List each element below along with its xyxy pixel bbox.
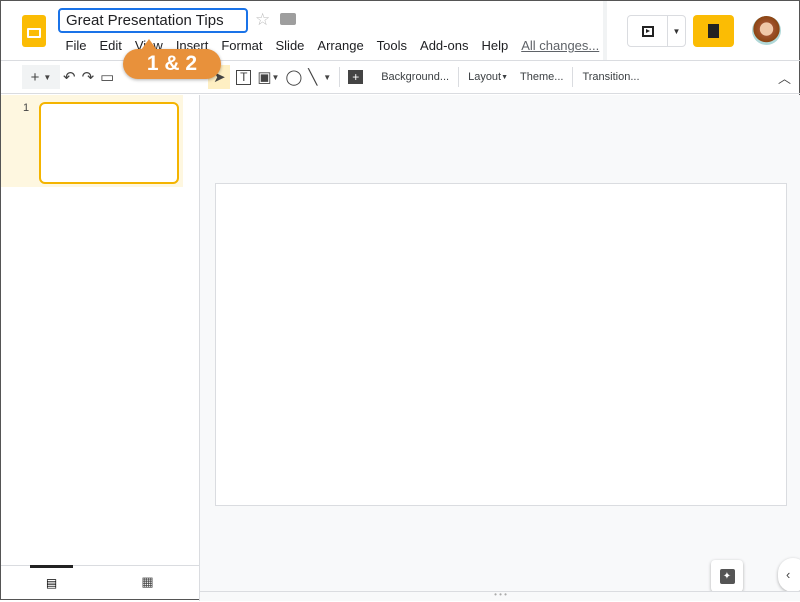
slides-logo[interactable] (22, 15, 46, 47)
menu-format[interactable]: Format (215, 38, 269, 53)
meet-button[interactable] (693, 15, 734, 47)
meeting-room-icon (708, 24, 719, 38)
layout-dropdown-icon: ▼ (501, 73, 509, 81)
menu-edit[interactable]: Edit (93, 38, 128, 53)
menu-tools[interactable]: Tools (370, 38, 413, 53)
explore-button[interactable]: ✦ (711, 560, 743, 592)
collapse-toolbar-icon[interactable]: ︿ (778, 65, 791, 89)
theme-button[interactable]: Theme... (516, 71, 567, 83)
background-button[interactable]: Background... (377, 71, 453, 83)
new-slide-button[interactable]: + ▼ (22, 65, 60, 89)
present-dropdown-icon[interactable]: ▼ (667, 16, 685, 46)
present-icon (628, 16, 667, 46)
side-panel-toggle[interactable]: ‹ (778, 558, 800, 592)
step-callout: 1 & 2 (123, 39, 221, 79)
folder-icon[interactable] (280, 13, 296, 25)
toolbar: + ▼ ↶ ↷ ▭ ➤ T ▣ ▼ ◯ ╲ ▼ + Background... La… (1, 60, 800, 94)
redo-icon[interactable]: ↷ (82, 65, 95, 89)
image-icon[interactable]: ▣ ▼ (257, 65, 279, 89)
text-box-icon[interactable]: T (236, 69, 252, 85)
save-status-link[interactable]: All changes... (515, 38, 606, 53)
filmstrip-view-icon[interactable]: ▤ (30, 565, 73, 601)
line-icon[interactable]: ╲ ▼ (308, 65, 331, 89)
undo-icon[interactable]: ↶ (63, 65, 76, 89)
present-button[interactable]: ▼ (627, 15, 686, 47)
print-icon[interactable]: ▭ (100, 65, 114, 89)
star-icon[interactable]: ☆ (255, 10, 270, 30)
slide-thumbnail[interactable] (39, 102, 179, 184)
menu-addons[interactable]: Add-ons (414, 38, 475, 53)
explore-icon: ✦ (719, 568, 735, 584)
menu-arrange[interactable]: Arrange (311, 38, 370, 53)
transition-button[interactable]: Transition... (578, 71, 643, 83)
menu-file[interactable]: File (59, 38, 93, 53)
filmstrip-footer: ▤ ▦ (1, 565, 199, 601)
slide-number: 1 (23, 102, 30, 114)
add-comment-icon[interactable]: + (348, 70, 364, 84)
slide-canvas[interactable] (215, 183, 787, 506)
filmstrip: 1 ▤ ▦ (1, 95, 200, 601)
grid-view-icon[interactable]: ▦ (126, 566, 169, 602)
layout-button[interactable]: Layout (464, 71, 501, 83)
avatar[interactable] (752, 16, 781, 45)
shape-icon[interactable]: ◯ (285, 65, 302, 89)
title-input[interactable] (58, 8, 248, 33)
slide-thumbnail-row[interactable]: 1 (1, 95, 183, 187)
menu-help[interactable]: Help (475, 38, 515, 53)
header-divider (603, 1, 607, 60)
menu-slide[interactable]: Slide (269, 38, 311, 53)
